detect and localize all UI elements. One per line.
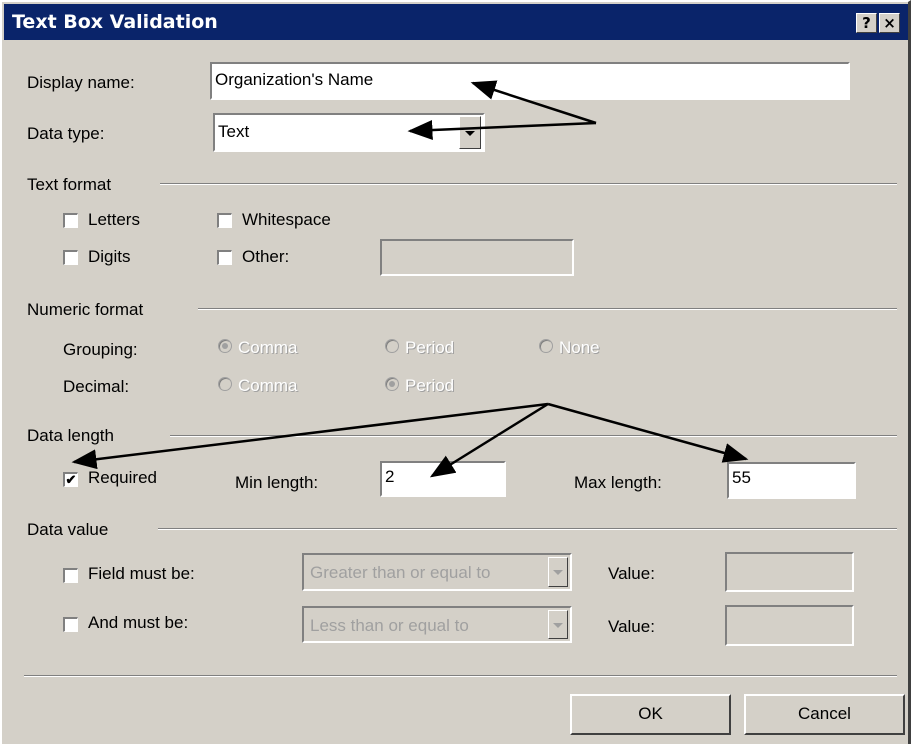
cancel-button[interactable]: Cancel [744,694,905,735]
digits-checkbox[interactable] [63,250,78,265]
text-format-heading: Text format [27,175,112,194]
min-length-label: Min length: [235,473,319,492]
decimal-period-radio[interactable] [385,377,399,391]
data-type-value: Text [218,122,250,141]
grouping-label: Grouping: [63,340,138,359]
bottom-divider-highlight [24,676,897,677]
field-must-be-select-value: Greater than or equal to [310,563,491,582]
text-format-divider-highlight [160,184,897,185]
radio-selected-dot [389,381,395,387]
grouping-none-label: None [559,338,600,357]
text-box-validation-dialog: Text Box Validation ? × Display name: Or… [0,0,911,744]
data-length-divider-highlight [170,436,897,437]
min-length-value: 2 [385,467,395,486]
chevron-down-icon [553,570,563,575]
chevron-down-icon [465,131,475,136]
digits-label: Digits [88,247,131,266]
data-type-select[interactable]: Text [213,113,485,152]
grouping-comma-label: Comma [238,338,298,357]
grouping-period-label: Period [405,338,455,357]
required-label: Required [88,468,157,487]
decimal-label: Decimal: [63,377,130,396]
max-length-label: Max length: [574,473,662,492]
and-must-be-label: And must be: [88,613,189,632]
decimal-period-label: Period [405,376,455,395]
whitespace-label: Whitespace [242,210,331,229]
letters-checkbox[interactable] [63,213,78,228]
data-type-label: Data type: [27,124,105,143]
value-input-1[interactable] [725,552,854,592]
grouping-none-radio[interactable] [539,339,553,353]
data-length-heading: Data length [27,426,114,445]
and-must-be-select[interactable]: Less than or equal to [302,606,572,643]
min-length-input[interactable]: 2 [380,461,506,497]
window-title: Text Box Validation [12,11,218,33]
ok-button[interactable]: OK [570,694,731,735]
field-must-be-label: Field must be: [88,564,195,583]
decimal-comma-radio[interactable] [218,377,232,391]
data-type-dropdown-button[interactable] [459,116,481,149]
radio-selected-dot [222,343,228,349]
numeric-format-heading: Numeric format [27,300,144,319]
numeric-format-divider-highlight [198,309,897,310]
and-must-be-select-value: Less than or equal to [310,616,469,635]
other-input[interactable] [380,239,574,276]
other-checkbox[interactable] [217,250,232,265]
grouping-period-radio[interactable] [385,339,399,353]
whitespace-checkbox[interactable] [217,213,232,228]
data-value-heading: Data value [27,520,109,539]
field-must-be-select[interactable]: Greater than or equal to [302,553,572,591]
decimal-comma-label: Comma [238,376,298,395]
field-must-be-checkbox[interactable] [63,568,78,583]
value-input-2[interactable] [725,605,854,646]
field-must-be-dropdown-button[interactable] [548,557,568,587]
close-button[interactable]: × [879,13,900,33]
help-button[interactable]: ? [856,13,877,33]
display-name-label: Display name: [27,73,135,92]
data-value-divider-highlight [158,529,897,530]
chevron-down-icon [553,623,563,628]
value-label-2: Value: [608,617,655,636]
and-must-be-checkbox[interactable] [63,617,78,632]
required-checkbox[interactable]: ✔ [63,472,78,487]
letters-label: Letters [88,210,140,229]
grouping-comma-radio[interactable] [218,339,232,353]
title-bar: Text Box Validation ? × [4,4,908,40]
value-label-1: Value: [608,564,655,583]
max-length-input[interactable]: 55 [727,462,856,499]
display-name-input[interactable]: Organization's Name [210,62,850,100]
other-label: Other: [242,247,290,266]
max-length-value: 55 [732,468,751,487]
display-name-value: Organization's Name [215,70,374,89]
and-must-be-dropdown-button[interactable] [548,610,568,639]
